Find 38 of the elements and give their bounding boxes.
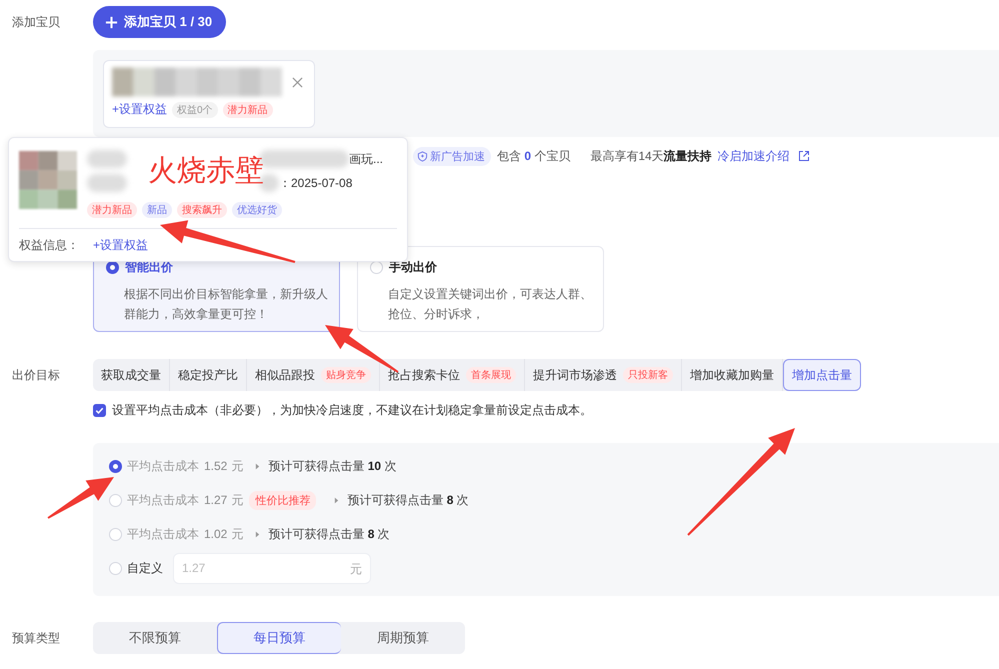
- bid-method-description: 根据不同出价目标智能拿量，新升级人群能力，高效拿量更可控！: [124, 286, 329, 323]
- estimate-text: 预计可获得点击量 8 次: [268, 526, 390, 542]
- tag: 潜力新品: [222, 102, 273, 118]
- checkbox-label: 设置平均点击成本（非必要），为加快冷启速度，不建议在计划稳定拿量前设定点击成本。: [112, 402, 592, 418]
- field-label: 添加宝贝: [11, 14, 61, 30]
- tag: 只投新客: [623, 367, 673, 383]
- unit-text: 元: [231, 492, 244, 508]
- unit-text: 元: [350, 560, 362, 578]
- item-count-text: 包含 0 个宝贝: [497, 148, 570, 164]
- bid-method-description: 自定义设置关键词出价，可表达人群、抢位、分时诉求，: [388, 286, 593, 323]
- tag: 贴身竞争: [321, 367, 371, 383]
- tag: 优选好货: [232, 202, 282, 218]
- cost-price: 1.52: [204, 459, 228, 473]
- field-label: 出价目标: [11, 366, 61, 384]
- cost-price: 1.27: [204, 493, 228, 507]
- bid-method-title: 智能出价: [125, 259, 173, 276]
- tag: 权益0个: [172, 102, 218, 118]
- cost-label: 平均点击成本: [127, 492, 199, 508]
- tag: 搜索飙升: [177, 202, 227, 218]
- tag: 新品: [142, 202, 172, 218]
- cost-label: 平均点击成本: [127, 458, 199, 474]
- item-date: ：2025-07-08: [279, 174, 352, 192]
- estimate-text: 预计可获得点击量 10 次: [268, 458, 396, 474]
- tag: 潜力新品: [87, 202, 137, 218]
- rights-label: 权益信息：: [19, 237, 79, 254]
- cost-price: 1.02: [204, 527, 228, 541]
- field-label: 预算类型: [11, 630, 61, 646]
- tag: 首条展现: [466, 367, 516, 383]
- tag: 性价比推荐: [249, 490, 316, 510]
- item-title: 画玩...: [349, 150, 384, 168]
- new-ad-badge: 新广告加速: [413, 146, 491, 166]
- annotation-caption: 火烧赤壁: [148, 154, 264, 189]
- custom-label: 自定义: [127, 560, 163, 576]
- estimate-text: 预计可获得点击量 8 次: [347, 492, 469, 508]
- unit-text: 元: [231, 458, 244, 474]
- traffic-support-text: 最高享有14天流量扶持: [590, 148, 712, 164]
- cost-label: 平均点击成本: [127, 526, 199, 542]
- unit-text: 元: [231, 526, 244, 542]
